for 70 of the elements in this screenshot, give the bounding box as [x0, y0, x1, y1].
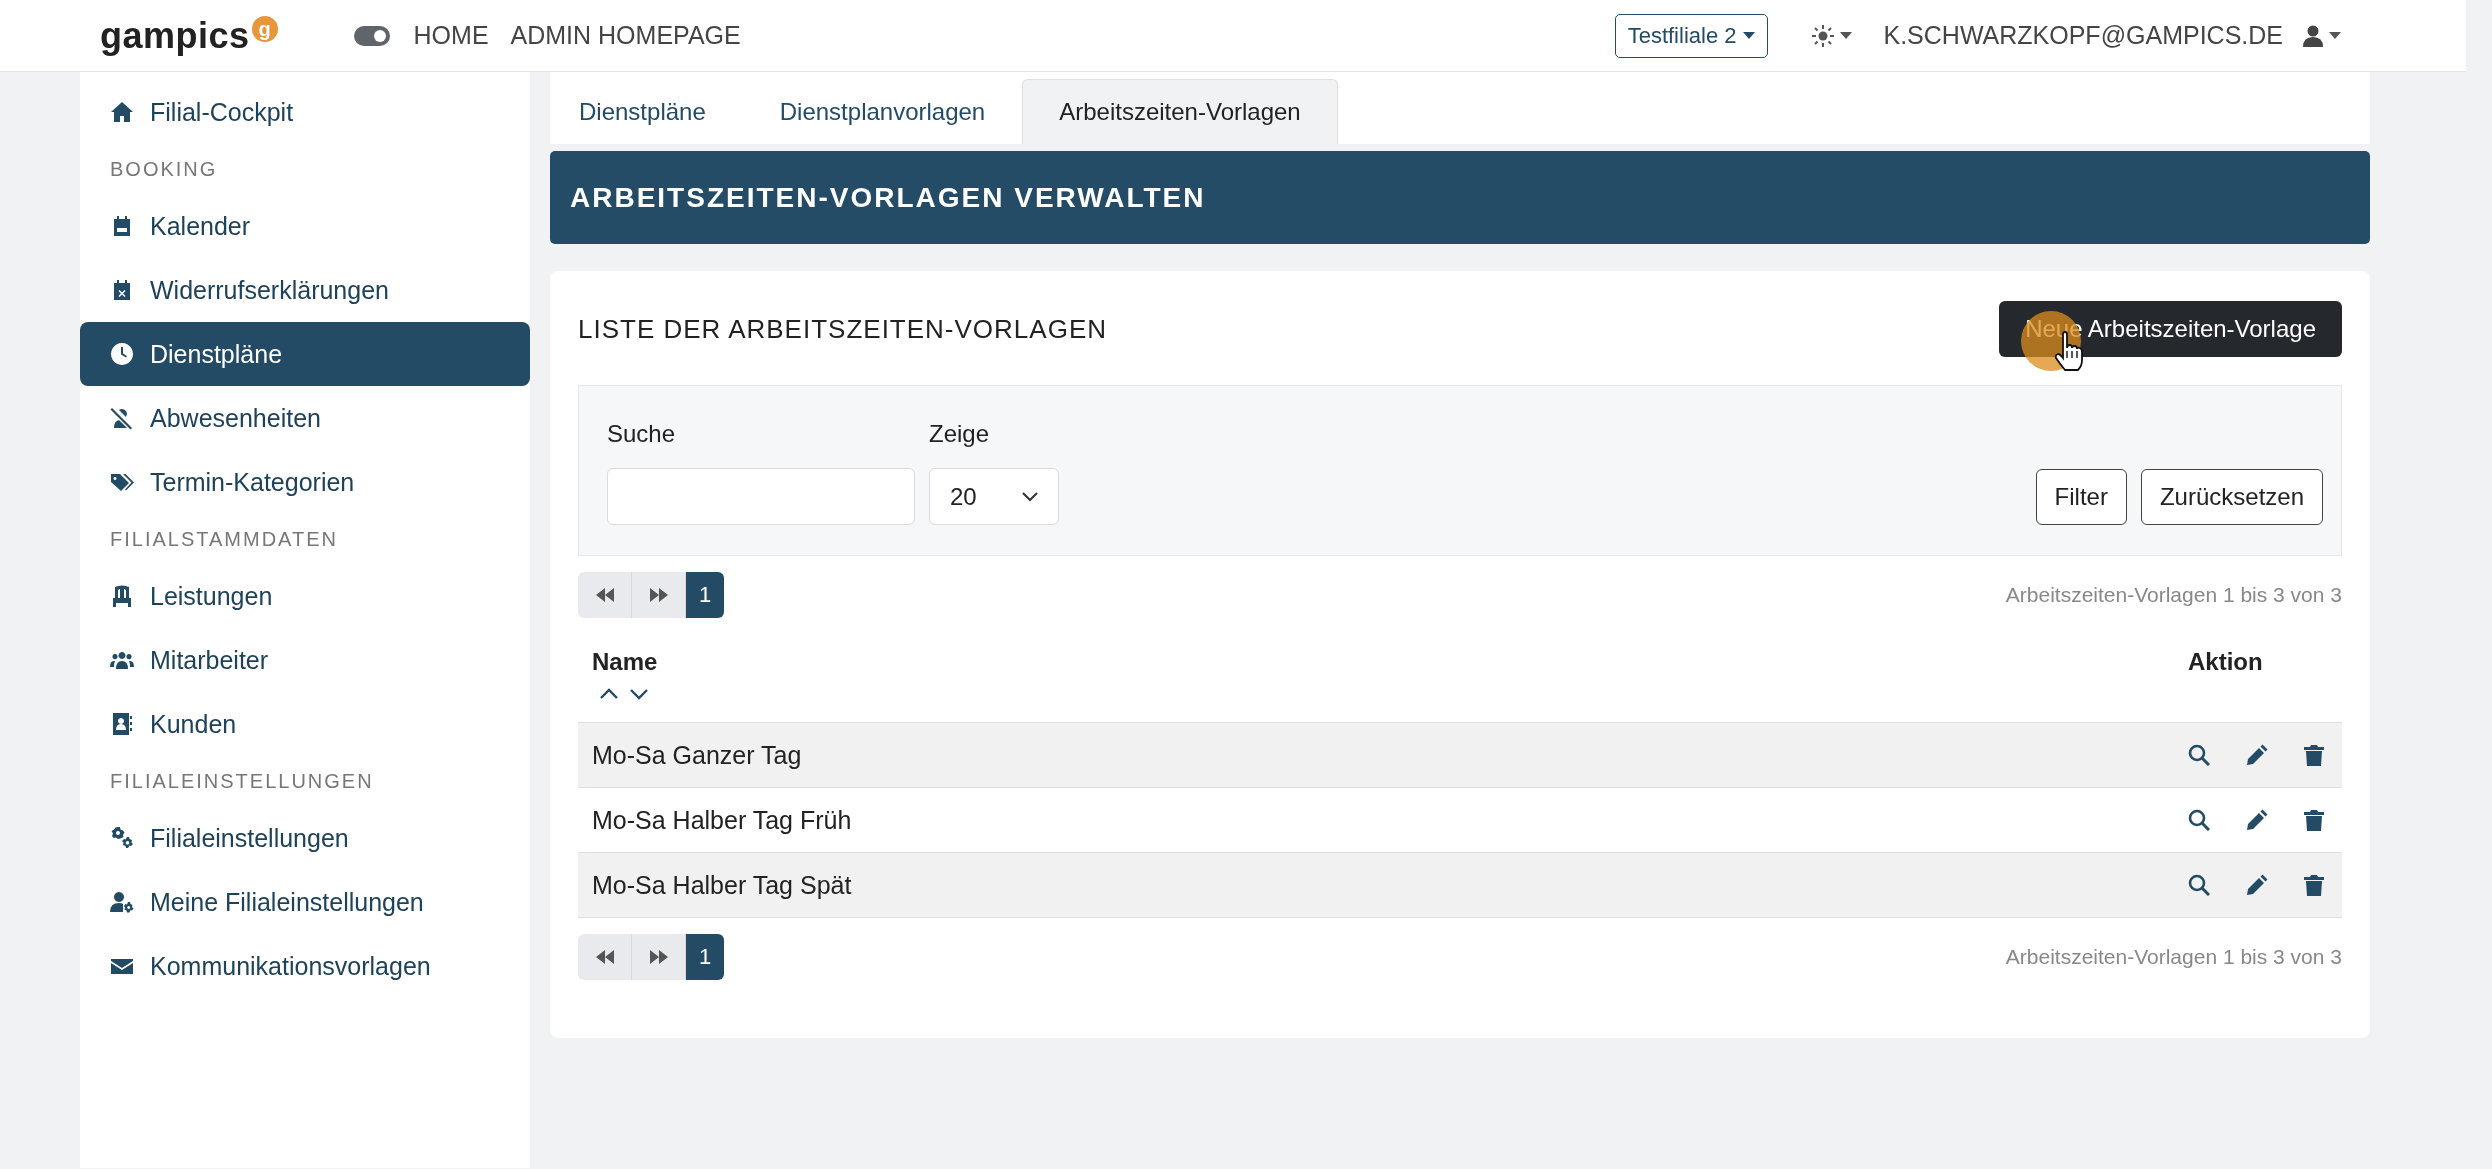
sort-up-icon[interactable]: [600, 688, 618, 700]
sidebar-item[interactable]: Kommunikationsvorlagen: [80, 934, 530, 998]
show-label: Zeige: [929, 420, 991, 448]
trash-icon[interactable]: [2304, 744, 2324, 766]
search-icon[interactable]: [2188, 809, 2210, 831]
tab[interactable]: Arbeitszeiten-Vorlagen: [1022, 79, 1338, 144]
nav-link[interactable]: ADMIN HOMEPAGE: [510, 21, 741, 50]
rewind-icon: [595, 588, 614, 602]
column-header: Name: [592, 648, 659, 676]
user-email[interactable]: K.SCHWARZKOPF@GAMPICS.DE: [1883, 21, 2283, 50]
page-title: ARBEITSZEITEN-VORLAGEN VERWALTEN: [570, 181, 1206, 214]
page-size-select[interactable]: 20: [929, 468, 1059, 525]
sidebar-item[interactable]: Mitarbeiter: [80, 628, 530, 692]
trash-icon[interactable]: [2304, 809, 2324, 831]
search-icon[interactable]: [2188, 744, 2210, 766]
sidebar-item[interactable]: Abwesenheiten: [80, 386, 530, 450]
sidebar-item[interactable]: Filialeinstellungen: [80, 806, 530, 870]
clock-icon: [110, 342, 134, 366]
page-button[interactable]: 1: [686, 572, 724, 618]
gampics-logo[interactable]: gampics g: [100, 11, 278, 60]
filter-button[interactable]: Zurücksetzen: [2140, 469, 2323, 525]
sidebar-item[interactable]: Kunden: [80, 692, 530, 756]
toggle-switch[interactable]: [353, 25, 390, 46]
user-gear-icon: [110, 890, 134, 914]
result-summary: Arbeitszeiten-Vorlagen 1 bis 3 von 3: [2005, 945, 2342, 969]
last-page-button[interactable]: [632, 572, 686, 618]
first-page-button[interactable]: [578, 934, 632, 980]
sidebar-item[interactable]: Widerrufserklärungen: [80, 258, 530, 322]
rewind-icon: [595, 950, 614, 964]
tab[interactable]: Dienstpläne: [550, 79, 743, 144]
user-slash-icon: [110, 406, 134, 430]
trash-icon[interactable]: [2304, 874, 2324, 896]
search-icon[interactable]: [2188, 874, 2210, 896]
filter-button[interactable]: Filter: [2035, 469, 2127, 525]
sidebar-item[interactable]: Leistungen: [80, 564, 530, 628]
search-field[interactable]: [607, 468, 915, 525]
result-summary: Arbeitszeiten-Vorlagen 1 bis 3 von 3: [2005, 583, 2342, 607]
chevron-down-icon: [1022, 491, 1038, 502]
table-cell: Mo-Sa Halber Tag Früh: [578, 787, 2174, 853]
branch-dropdown[interactable]: Testfiliale 2: [1614, 13, 1768, 58]
nav-link[interactable]: HOME: [413, 21, 489, 50]
sidebar-item[interactable]: Kalender: [80, 194, 530, 258]
last-page-button[interactable]: [632, 934, 686, 980]
sidebar-item[interactable]: Filial-Cockpit: [80, 80, 530, 144]
card-title: LISTE DER ARBEITSZEITEN-VORLAGEN: [578, 313, 1107, 345]
theme-dropdown[interactable]: [1811, 24, 1852, 47]
first-page-button[interactable]: [578, 572, 632, 618]
fast-forward-icon: [649, 950, 668, 964]
section-heading: BOOKING: [109, 156, 219, 182]
contact-card-icon: [110, 712, 134, 736]
gears-icon: [110, 826, 134, 850]
section-heading: FILIALSTAMMDATEN: [109, 526, 339, 552]
search-label: Suche: [607, 420, 677, 448]
fast-forward-icon: [649, 588, 668, 602]
column-header: Aktion: [2188, 648, 2264, 676]
section-heading: FILIALEINSTELLUNGEN: [109, 768, 375, 794]
table-cell: Mo-Sa Ganzer Tag: [578, 722, 2174, 788]
sidebar-item[interactable]: Meine Filialeinstellungen: [80, 870, 530, 934]
sort-down-icon[interactable]: [630, 688, 648, 700]
sidebar-item[interactable]: Termin-Kategorien: [80, 450, 530, 514]
tab[interactable]: Dienstplanvorlagen: [742, 79, 1023, 144]
chair-icon: [110, 584, 134, 608]
sidebar-item[interactable]: Dienstpläne: [80, 322, 530, 386]
pencil-icon[interactable]: [2246, 874, 2268, 896]
user-dropdown[interactable]: [2303, 24, 2341, 47]
home-icon: [110, 100, 134, 124]
table-cell: Mo-Sa Halber Tag Spät: [578, 852, 2174, 918]
page-button[interactable]: 1: [686, 934, 724, 980]
pencil-icon[interactable]: [2246, 809, 2268, 831]
pencil-icon[interactable]: [2246, 744, 2268, 766]
